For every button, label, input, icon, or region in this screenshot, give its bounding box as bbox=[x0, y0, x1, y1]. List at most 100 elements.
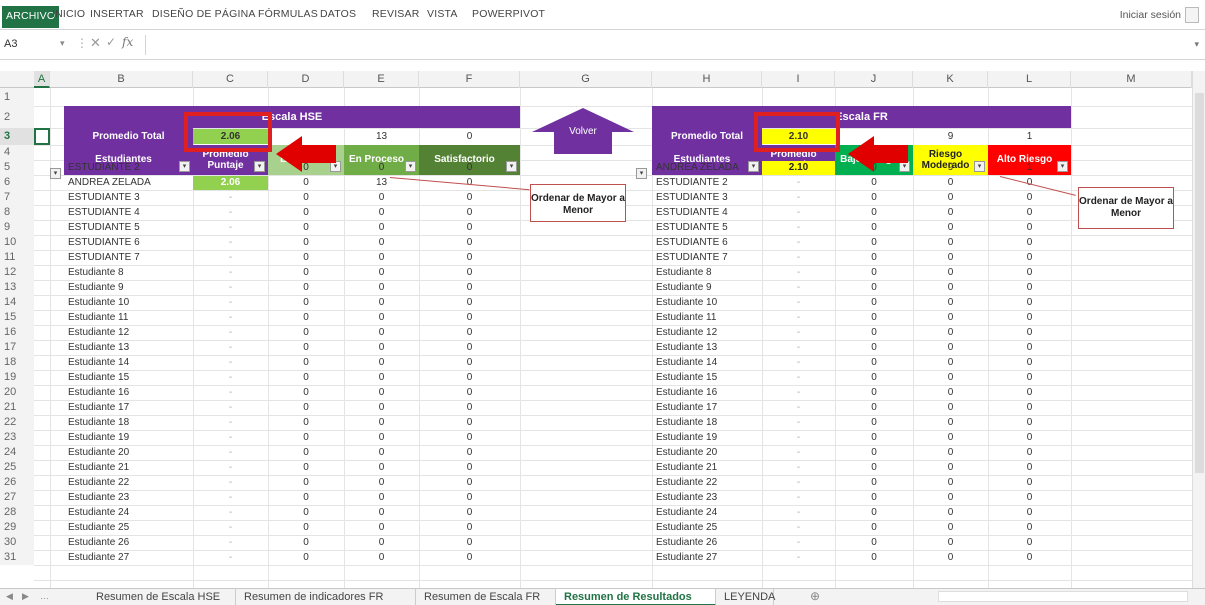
row-header-13[interactable]: 13 bbox=[0, 280, 34, 295]
row-header-4[interactable]: 4 bbox=[0, 145, 34, 160]
red-arrow-icon bbox=[276, 136, 336, 172]
row-header-11[interactable]: 11 bbox=[0, 250, 34, 265]
column-header-f[interactable]: F bbox=[419, 71, 520, 88]
ribbon-tab-powerpivot[interactable]: POWERPIVOT bbox=[472, 8, 545, 28]
ribbon-tab-archivo[interactable]: ARCHIVO bbox=[2, 6, 60, 28]
row-header-12[interactable]: 12 bbox=[0, 265, 34, 280]
hse-cell: 0 bbox=[466, 252, 473, 263]
ellipsis-icon[interactable]: … bbox=[40, 591, 49, 601]
ribbon-tab-vista[interactable]: VISTA bbox=[427, 8, 458, 28]
row-header-26[interactable]: 26 bbox=[0, 475, 34, 490]
fr-cell: 0 bbox=[947, 192, 954, 203]
hse-cell: 0 bbox=[303, 417, 309, 428]
row-header-24[interactable]: 24 bbox=[0, 445, 34, 460]
fr-cell: 0 bbox=[1026, 192, 1033, 203]
column-header-k[interactable]: K bbox=[913, 71, 988, 88]
scroll-thumb[interactable] bbox=[1195, 93, 1204, 473]
row-header-30[interactable]: 30 bbox=[0, 535, 34, 550]
row-header-21[interactable]: 21 bbox=[0, 400, 34, 415]
row-header-15[interactable]: 15 bbox=[0, 310, 34, 325]
filter-dropdown-icon[interactable]: ▾ bbox=[636, 168, 647, 179]
fr-cell: 0 bbox=[947, 432, 954, 443]
sheet-tab-resumen-de-escala-hse[interactable]: Resumen de Escala HSE bbox=[88, 589, 236, 605]
column-header-d[interactable]: D bbox=[268, 71, 344, 88]
hse-cell: Estudiante 26 bbox=[68, 537, 130, 548]
row-header-28[interactable]: 28 bbox=[0, 505, 34, 520]
row-header-2[interactable]: 2 bbox=[0, 106, 34, 128]
row-header-25[interactable]: 25 bbox=[0, 460, 34, 475]
row-header-3[interactable]: 3 bbox=[0, 128, 34, 145]
column-header-l[interactable]: L bbox=[988, 71, 1071, 88]
selected-cell-a3[interactable] bbox=[34, 128, 50, 145]
ribbon-tab-revisar[interactable]: REVISAR bbox=[372, 8, 420, 28]
row-header-27[interactable]: 27 bbox=[0, 490, 34, 505]
row-header-14[interactable]: 14 bbox=[0, 295, 34, 310]
insert-function-icon[interactable]: fx bbox=[122, 35, 133, 49]
hse-cell: Estudiante 27 bbox=[68, 552, 130, 563]
row-header-5[interactable]: 5 bbox=[0, 160, 34, 175]
row-header-1[interactable]: 1 bbox=[0, 88, 34, 106]
row-header-6[interactable]: 6 bbox=[0, 175, 34, 190]
ribbon-tab-f-rmulas[interactable]: FÓRMULAS bbox=[258, 8, 318, 28]
cancel-icon[interactable]: ✕ bbox=[90, 35, 101, 51]
row-header-16[interactable]: 16 bbox=[0, 325, 34, 340]
plus-circle-icon[interactable]: ⊕ bbox=[810, 589, 820, 603]
sheet-tab-resumen-de-escala-fr[interactable]: Resumen de Escala FR bbox=[416, 589, 556, 605]
column-header-i[interactable]: I bbox=[762, 71, 835, 88]
fr-cell: 0 bbox=[947, 177, 954, 188]
chevron-down-icon[interactable]: ▾ bbox=[60, 38, 65, 49]
column-header-c[interactable]: C bbox=[193, 71, 268, 88]
vertical-scrollbar[interactable] bbox=[1192, 71, 1205, 588]
ribbon-tab-insertar[interactable]: INSERTAR bbox=[90, 8, 144, 28]
expand-icon[interactable]: ▾ bbox=[1194, 39, 1199, 50]
scroll-right-icon[interactable]: ▶ bbox=[22, 591, 29, 602]
hse-cell: Estudiante 11 bbox=[68, 312, 129, 323]
row-header-10[interactable]: 10 bbox=[0, 235, 34, 250]
hse-cell: 0 bbox=[303, 267, 309, 278]
row-header-31[interactable]: 31 bbox=[0, 550, 34, 565]
row-header-17[interactable]: 17 bbox=[0, 340, 34, 355]
row-header-8[interactable]: 8 bbox=[0, 205, 34, 220]
row-header-29[interactable]: 29 bbox=[0, 520, 34, 535]
ribbon-tab-inicio[interactable]: INICIO bbox=[52, 8, 85, 28]
column-header-a[interactable]: A bbox=[34, 71, 50, 88]
row-header-18[interactable]: 18 bbox=[0, 355, 34, 370]
column-header-g[interactable]: G bbox=[520, 71, 652, 88]
fr-cell: - bbox=[796, 402, 801, 413]
name-box[interactable]: A3 bbox=[4, 36, 56, 54]
fr-cell: - bbox=[796, 507, 801, 518]
fr-cell: Estudiante 9 bbox=[656, 282, 712, 293]
sheet-tab-resumen-de-indicadores-fr[interactable]: Resumen de indicadores FR bbox=[236, 589, 416, 605]
column-header-j[interactable]: J bbox=[835, 71, 913, 88]
hse-cell: - bbox=[228, 297, 233, 308]
volver-label[interactable]: Volver bbox=[554, 126, 612, 138]
fr-cell: Estudiante 15 bbox=[656, 372, 718, 383]
sheet-tab-resumen-de-resultados[interactable]: Resumen de Resultados bbox=[556, 589, 716, 605]
row-header-23[interactable]: 23 bbox=[0, 430, 34, 445]
filter-dropdown-icon[interactable]: ▾ bbox=[50, 168, 61, 179]
sheet-tab-leyenda[interactable]: LEYENDA bbox=[716, 589, 775, 605]
signin-link[interactable]: Iniciar sesión bbox=[1120, 9, 1181, 21]
ribbon-tab-dise-o-de-p-gina[interactable]: DISEÑO DE PÁGINA bbox=[152, 8, 256, 28]
hse-cell: 0 bbox=[378, 462, 385, 473]
column-header-e[interactable]: E bbox=[344, 71, 419, 88]
formula-input[interactable] bbox=[145, 35, 1185, 55]
row-header-9[interactable]: 9 bbox=[0, 220, 34, 235]
fr-cell: 0 bbox=[871, 402, 877, 413]
row-header-19[interactable]: 19 bbox=[0, 370, 34, 385]
column-header-m[interactable]: M bbox=[1071, 71, 1192, 88]
fr-cell: - bbox=[796, 492, 801, 503]
column-header-b[interactable]: B bbox=[50, 71, 193, 88]
horizontal-scrollbar[interactable] bbox=[938, 591, 1188, 602]
user-icon[interactable] bbox=[1185, 7, 1199, 23]
check-icon[interactable]: ✓ bbox=[106, 35, 116, 49]
row-header-22[interactable]: 22 bbox=[0, 415, 34, 430]
hse-cell: 0 bbox=[303, 357, 309, 368]
fr-cell: 0 bbox=[947, 282, 954, 293]
scroll-left-icon[interactable]: ◀ bbox=[6, 591, 13, 602]
ribbon-tab-datos[interactable]: DATOS bbox=[320, 8, 356, 28]
column-header-h[interactable]: H bbox=[652, 71, 762, 88]
row-header-20[interactable]: 20 bbox=[0, 385, 34, 400]
hse-cell: 0 bbox=[466, 282, 473, 293]
row-header-7[interactable]: 7 bbox=[0, 190, 34, 205]
